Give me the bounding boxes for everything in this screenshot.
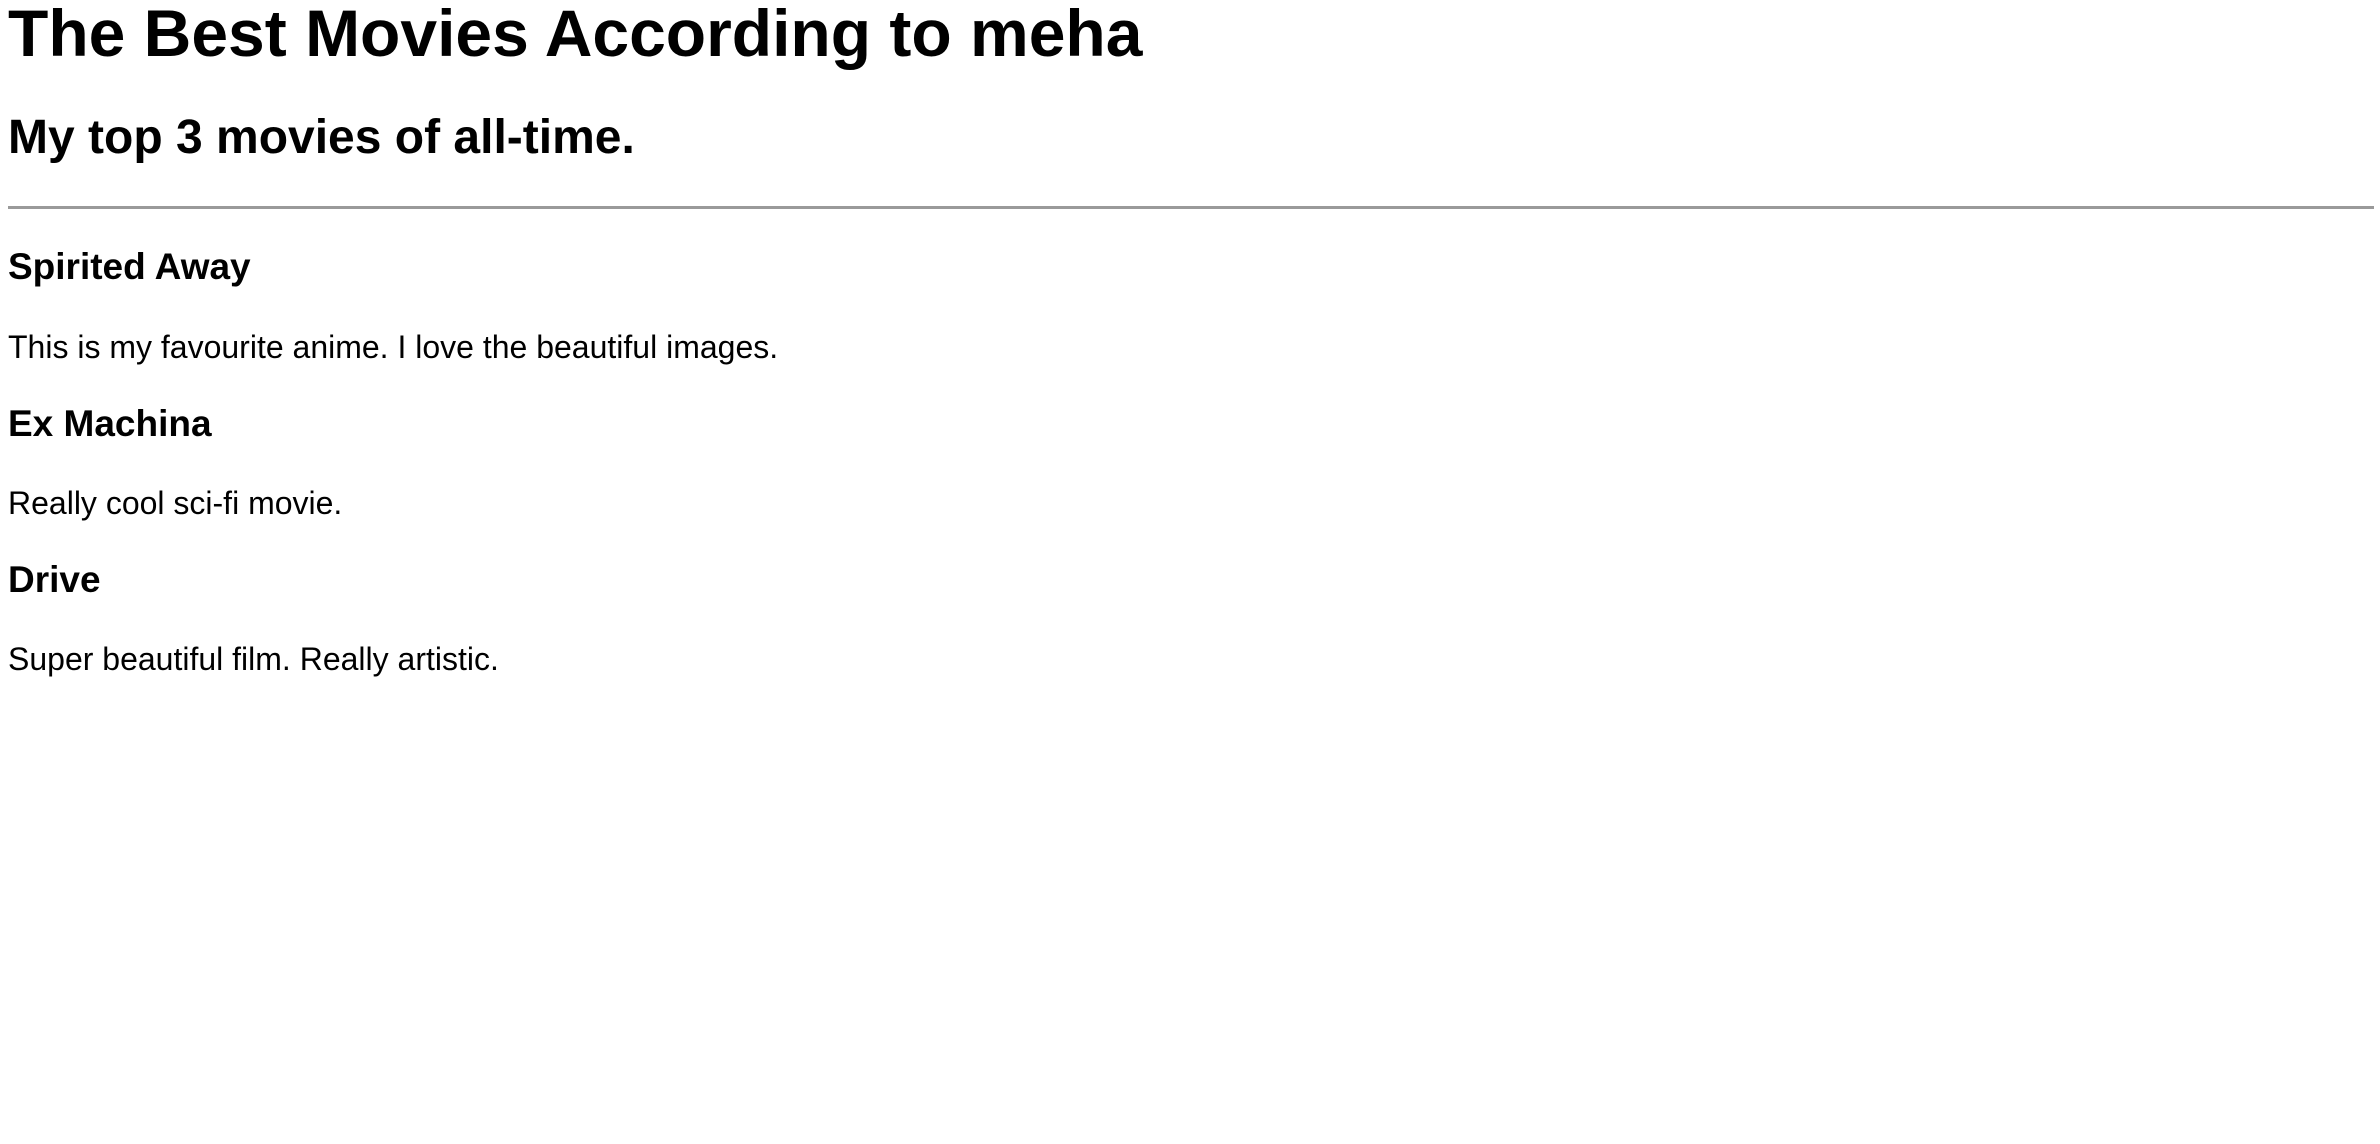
page: The Best Movies According to meha My top… (0, 0, 2380, 1144)
movie-description: Really cool sci-fi movie. (8, 485, 343, 522)
movie-item: Ex Machina Really cool sci-fi movie. (8, 403, 2372, 522)
movie-item: Drive Super beautiful film. Really artis… (8, 559, 2372, 678)
page-subtitle: My top 3 movies of all-time. (8, 111, 635, 164)
movie-title: Ex Machina (8, 402, 212, 444)
movie-list: Spirited Away This is my favourite anime… (8, 246, 2372, 678)
page-title: The Best Movies According to meha (8, 0, 1143, 70)
divider (8, 206, 2374, 210)
movie-item: Spirited Away This is my favourite anime… (8, 246, 2372, 365)
movie-description: This is my favourite anime. I love the b… (8, 328, 779, 365)
movie-description: Super beautiful film. Really artistic. (8, 641, 499, 678)
movie-title: Drive (8, 558, 101, 600)
movie-title: Spirited Away (8, 246, 251, 288)
